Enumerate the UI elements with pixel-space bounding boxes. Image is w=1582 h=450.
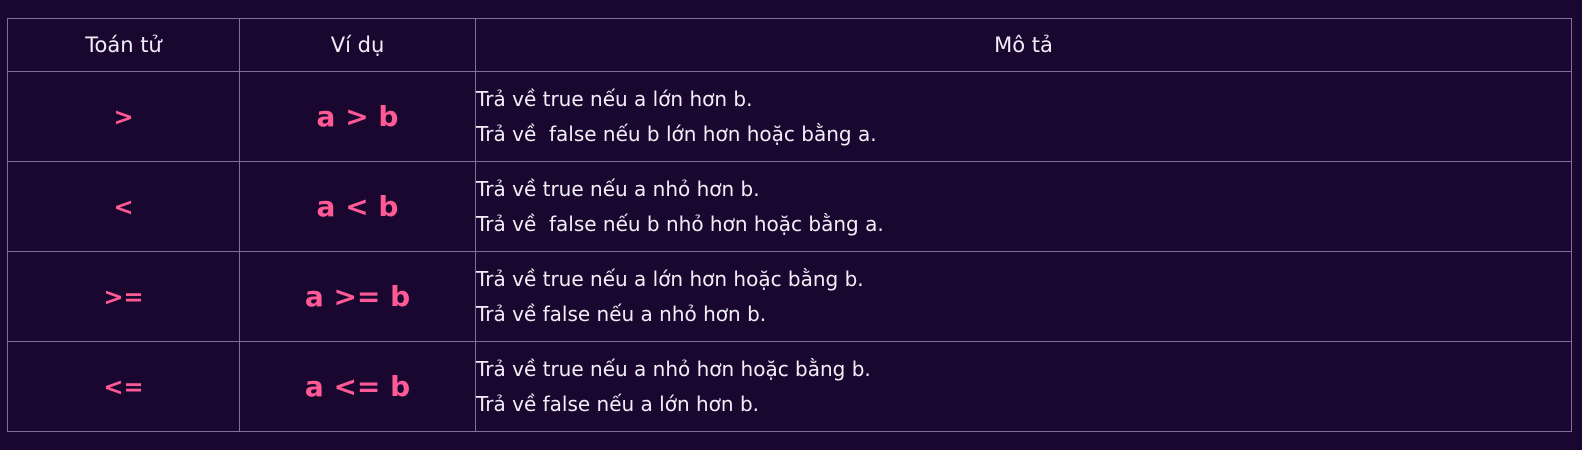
example-cell: a < b xyxy=(239,161,476,252)
description-line: Trả về false nếu a nhỏ hơn b. xyxy=(476,301,767,326)
description-cell: Trả về true nếu a nhỏ hơn b. Trả về fals… xyxy=(475,161,1572,252)
operator-table-container: Toán tử Ví dụ Mô tả > a > b Trả về true … xyxy=(7,18,1572,432)
description-line: Trả về false nếu b nhỏ hơn hoặc bằng a. xyxy=(476,211,884,236)
description-cell: Trả về true nếu a lớn hơn b. Trả về fals… xyxy=(475,71,1572,162)
description-line: Trả về true nếu a nhỏ hơn b. xyxy=(476,176,760,201)
table-row: >= a >= b Trả về true nếu a lớn hơn hoặc… xyxy=(7,251,1572,342)
description-line: Trả về true nếu a nhỏ hơn hoặc bằng b. xyxy=(476,356,871,381)
header-operator: Toán tử xyxy=(7,18,240,72)
header-example: Ví dụ xyxy=(239,18,476,72)
description-cell: Trả về true nếu a lớn hơn hoặc bằng b. T… xyxy=(475,251,1572,342)
description-line: Trả về true nếu a lớn hơn hoặc bằng b. xyxy=(476,266,864,291)
table-row: > a > b Trả về true nếu a lớn hơn b. Trả… xyxy=(7,71,1572,162)
operator-cell: >= xyxy=(7,251,240,342)
table-header-row: Toán tử Ví dụ Mô tả xyxy=(7,18,1572,72)
description-line: Trả về true nếu a lớn hơn b. xyxy=(476,86,753,111)
comparison-operators-table: Toán tử Ví dụ Mô tả > a > b Trả về true … xyxy=(7,18,1572,432)
description-line: Trả về false nếu b lớn hơn hoặc bằng a. xyxy=(476,121,877,146)
operator-cell: <= xyxy=(7,341,240,432)
example-cell: a <= b xyxy=(239,341,476,432)
table-row: < a < b Trả về true nếu a nhỏ hơn b. Trả… xyxy=(7,161,1572,252)
operator-cell: > xyxy=(7,71,240,162)
description-line: Trả về false nếu a lớn hơn b. xyxy=(476,391,759,416)
table-row: <= a <= b Trả về true nếu a nhỏ hơn hoặc… xyxy=(7,341,1572,432)
example-cell: a >= b xyxy=(239,251,476,342)
header-description: Mô tả xyxy=(475,18,1572,72)
operator-cell: < xyxy=(7,161,240,252)
description-cell: Trả về true nếu a nhỏ hơn hoặc bằng b. T… xyxy=(475,341,1572,432)
example-cell: a > b xyxy=(239,71,476,162)
